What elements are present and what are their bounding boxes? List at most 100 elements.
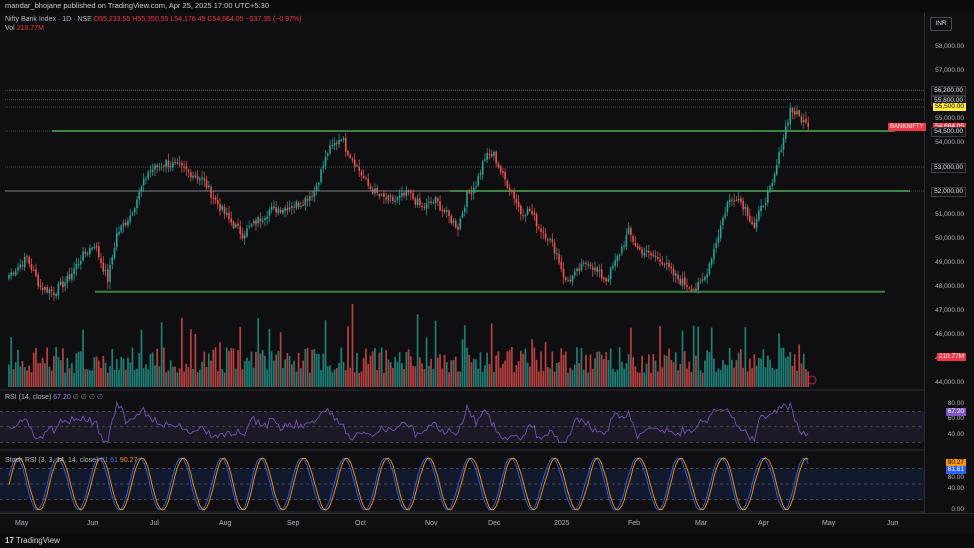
- volume-bar: [784, 357, 787, 387]
- candle-body: [194, 175, 197, 177]
- volume-bar: [264, 355, 266, 387]
- candle-body: [497, 163, 500, 168]
- price-tick: 44,000.00: [935, 379, 964, 386]
- volume-bar: [223, 372, 226, 387]
- candle-body: [625, 235, 628, 247]
- candle-body: [232, 221, 235, 229]
- candle-body: [223, 207, 226, 214]
- candle-body: [362, 176, 365, 178]
- volume-bar: [277, 351, 280, 387]
- chart-canvas[interactable]: [0, 0, 974, 548]
- volume-bar: [504, 360, 506, 387]
- currency-button[interactable]: INR: [930, 17, 952, 31]
- candle-body: [688, 287, 691, 289]
- rsi-legend[interactable]: RSI (14, close) 67.20 ∅ ∅ ∅ ∅: [5, 393, 103, 402]
- volume-bar: [326, 366, 329, 387]
- candle-body: [252, 220, 255, 224]
- volume-bar: [410, 356, 412, 387]
- volume-bar: [560, 348, 563, 387]
- candle-body: [542, 231, 545, 233]
- candle-body: [735, 200, 738, 202]
- candle-body: [149, 170, 152, 172]
- volume-bar: [95, 356, 98, 387]
- candle-body: [526, 208, 529, 215]
- volume-bar: [414, 366, 417, 387]
- volume-bar: [533, 347, 536, 387]
- volume-bar: [679, 364, 682, 387]
- candle-body: [555, 253, 558, 255]
- volume-bar: [621, 361, 623, 387]
- candle-body: [576, 268, 578, 271]
- candle-body: [293, 206, 295, 208]
- volume-bar: [241, 369, 244, 387]
- candle-body: [618, 254, 621, 256]
- candle-body: [41, 287, 44, 291]
- candle-body: [773, 173, 776, 182]
- volume-bar: [75, 353, 78, 387]
- volume-legend[interactable]: Vol 210.77M: [5, 24, 44, 33]
- volume-bar: [623, 368, 625, 387]
- volume-bar: [201, 361, 203, 387]
- candle-body: [383, 193, 385, 197]
- volume-bar: [520, 350, 522, 387]
- candle-body: [513, 191, 515, 199]
- candle-body: [192, 175, 194, 178]
- candle-body: [650, 253, 652, 256]
- candle-body: [791, 108, 794, 113]
- volume-bar: [93, 357, 96, 387]
- volume-bar: [297, 353, 300, 387]
- candle-body: [533, 212, 536, 215]
- candle-body: [371, 189, 374, 194]
- volume-bar: [677, 370, 679, 387]
- candle-body: [82, 251, 84, 261]
- volume-bar: [412, 365, 414, 387]
- volume-bar: [656, 371, 659, 387]
- candle-body: [39, 285, 42, 288]
- volume-bar: [232, 348, 235, 387]
- volume-bar: [212, 349, 215, 387]
- candle-body: [154, 165, 156, 170]
- volume-bar: [511, 347, 513, 387]
- volume-bar: [524, 348, 527, 387]
- volume-bar: [261, 350, 264, 387]
- event-marker-icon: [807, 375, 817, 385]
- volume-bar: [701, 372, 704, 387]
- volume-bar: [12, 369, 15, 387]
- symbol-legend[interactable]: Nifty Bank Index · 1D · NSE O55,233.55 H…: [5, 15, 302, 24]
- candle-body: [77, 263, 80, 265]
- candle-body: [322, 165, 325, 169]
- time-axis[interactable]: May Jun Jul Aug Sep Oct Nov Dec 2025 Feb Mar Apr May…: [0, 513, 974, 534]
- candle-body: [591, 267, 594, 270]
- candle-body: [203, 178, 206, 181]
- volume-bar: [683, 351, 686, 387]
- stoch-legend[interactable]: Stoch RSI (3, 3, 14, 14, close) 81.61 90…: [5, 456, 137, 465]
- volume-bar: [528, 366, 531, 387]
- candle-body: [517, 201, 520, 208]
- candle-body: [115, 233, 118, 248]
- volume-bar: [259, 353, 262, 387]
- ohlc-values: O55,233.55 H55,350.55 L54,176.45 C54,664…: [93, 16, 302, 23]
- volume-bar: [728, 348, 731, 387]
- candle-body: [654, 255, 657, 257]
- volume-bar: [151, 352, 154, 387]
- tradingview-logo[interactable]: 17 TradingView: [5, 535, 60, 546]
- candle-body: [344, 137, 347, 152]
- candle-body: [713, 248, 715, 260]
- volume-bar: [59, 360, 62, 387]
- volume-bar: [421, 363, 423, 387]
- volume-bar: [403, 369, 405, 387]
- volume-bar: [351, 303, 354, 387]
- volume-bar: [185, 363, 188, 387]
- volume-bar: [225, 347, 228, 387]
- candle-body: [55, 293, 57, 297]
- ticker-tag: BANKNIFTY: [888, 123, 926, 132]
- candle-body: [396, 197, 399, 200]
- volume-bar: [158, 366, 161, 387]
- volume-bar: [488, 364, 491, 387]
- candle-body: [564, 277, 567, 281]
- volume-bar: [757, 357, 760, 387]
- candle-body: [21, 265, 24, 267]
- candle-body: [538, 226, 540, 228]
- volume-bar: [634, 366, 637, 387]
- volume-bar: [257, 318, 260, 387]
